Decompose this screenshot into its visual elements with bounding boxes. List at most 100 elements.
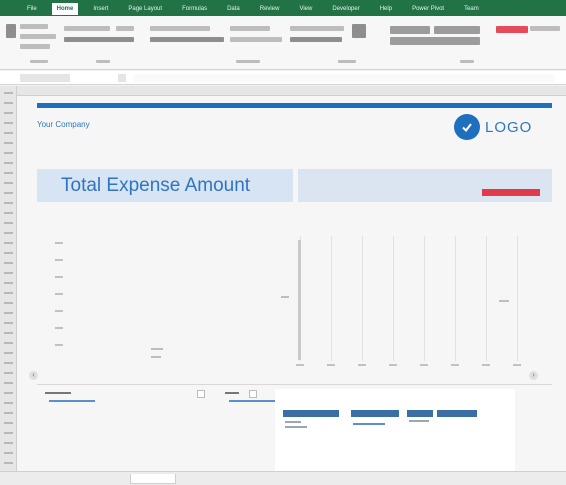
total-expense-banner: Total Expense Amount [37, 169, 293, 202]
column-headers [17, 86, 566, 96]
ribbon-tab-insert[interactable]: Insert [88, 3, 113, 15]
clipboard-group[interactable] [20, 34, 56, 39]
scroll-right-button[interactable]: › [529, 371, 538, 380]
chart-bar[interactable] [298, 240, 301, 360]
row-number[interactable] [4, 192, 13, 194]
row-number[interactable] [4, 232, 13, 234]
row-number[interactable] [4, 352, 13, 354]
alignment-buttons[interactable] [150, 26, 210, 31]
number-format-select[interactable] [290, 26, 344, 31]
row-number[interactable] [4, 402, 13, 404]
row-number[interactable] [4, 342, 13, 344]
formula-input[interactable] [134, 74, 554, 82]
ribbon-tab-view[interactable]: View [294, 3, 317, 15]
row-number[interactable] [4, 152, 13, 154]
y-axis-tick [55, 327, 63, 329]
font-size-select[interactable] [116, 26, 134, 31]
sheet-tab[interactable] [70, 474, 116, 484]
ribbon-tab-file[interactable]: File [22, 3, 42, 15]
row-number[interactable] [4, 362, 13, 364]
row-number[interactable] [4, 292, 13, 294]
row-number[interactable] [4, 242, 13, 244]
sheet-tab[interactable] [200, 474, 246, 484]
bad-style-cell[interactable] [496, 26, 528, 33]
ribbon-tab-data[interactable]: Data [222, 3, 245, 15]
cell-styles-gallery[interactable] [434, 26, 480, 34]
row-number[interactable] [4, 432, 13, 434]
row-number[interactable] [4, 312, 13, 314]
row-number[interactable] [4, 202, 13, 204]
gridline [331, 236, 332, 361]
ribbon-tab-power-pivot[interactable]: Power Pivot [407, 3, 449, 15]
clipboard-group[interactable] [20, 24, 48, 29]
clipboard-group[interactable] [20, 44, 50, 49]
row-number[interactable] [4, 222, 13, 224]
table-cell [353, 423, 385, 425]
row-number[interactable] [4, 422, 13, 424]
row-number[interactable] [4, 172, 13, 174]
row-number[interactable] [4, 462, 13, 464]
name-box[interactable] [20, 74, 70, 82]
banner-title: Total Expense Amount [61, 175, 251, 196]
font-format-buttons[interactable] [64, 37, 134, 42]
row-number[interactable] [4, 372, 13, 374]
x-axis-tick [389, 364, 397, 366]
y-axis-tick [55, 344, 63, 346]
ribbon-tab-developer[interactable]: Developer [327, 3, 364, 15]
row-number[interactable] [4, 212, 13, 214]
row-number[interactable] [4, 252, 13, 254]
row-number[interactable] [4, 162, 13, 164]
row-number[interactable] [4, 92, 13, 94]
x-axis-tick [513, 364, 521, 366]
gridline [362, 236, 363, 361]
ribbon-tab-page-layout[interactable]: Page Layout [123, 3, 167, 15]
row-number[interactable] [4, 282, 13, 284]
cell-styles-gallery[interactable] [390, 26, 430, 34]
slicer-label [225, 392, 239, 394]
sheet-tab[interactable] [130, 474, 176, 484]
slicer-label [45, 392, 71, 394]
scroll-left-button[interactable]: ‹ [29, 371, 38, 380]
gridline [393, 236, 394, 361]
row-number[interactable] [4, 302, 13, 304]
ribbon-tab-home[interactable]: Home [51, 3, 79, 15]
ribbon-tab-help[interactable]: Help [375, 3, 397, 15]
row-number[interactable] [4, 182, 13, 184]
cell-styles-gallery[interactable] [390, 37, 480, 45]
row-number[interactable] [4, 322, 13, 324]
row-number[interactable] [4, 132, 13, 134]
number-format-buttons[interactable] [290, 37, 342, 42]
insert-delete-buttons[interactable] [530, 26, 560, 31]
slicer-clear-button[interactable] [197, 390, 205, 398]
row-number[interactable] [4, 332, 13, 334]
conditional-format-button[interactable] [352, 24, 366, 38]
row-number[interactable] [4, 122, 13, 124]
row-number[interactable] [4, 112, 13, 114]
row-number[interactable] [4, 382, 13, 384]
row-number[interactable] [4, 392, 13, 394]
ribbon-tab-team[interactable]: Team [459, 3, 484, 15]
function-icon[interactable] [118, 74, 126, 82]
row-number[interactable] [4, 142, 13, 144]
paste-button[interactable] [6, 24, 16, 38]
slicer-item[interactable] [229, 400, 275, 402]
slicer-item[interactable] [49, 400, 95, 402]
alignment-buttons[interactable] [150, 37, 224, 42]
slicer-clear-button[interactable] [249, 390, 257, 398]
merge-center-button[interactable] [230, 37, 282, 42]
axis-label [151, 348, 163, 350]
row-number[interactable] [4, 272, 13, 274]
sheet-tab[interactable] [320, 474, 366, 484]
wrap-text-button[interactable] [230, 26, 270, 31]
font-name-select[interactable] [64, 26, 110, 31]
row-number[interactable] [4, 262, 13, 264]
row-number[interactable] [4, 442, 13, 444]
row-number[interactable] [4, 452, 13, 454]
y-axis-tick [55, 259, 63, 261]
row-number[interactable] [4, 412, 13, 414]
check-icon [454, 114, 480, 140]
sheet-tab[interactable] [250, 474, 296, 484]
ribbon-tab-formulas[interactable]: Formulas [177, 3, 212, 15]
row-number[interactable] [4, 102, 13, 104]
ribbon-tab-review[interactable]: Review [255, 3, 285, 15]
